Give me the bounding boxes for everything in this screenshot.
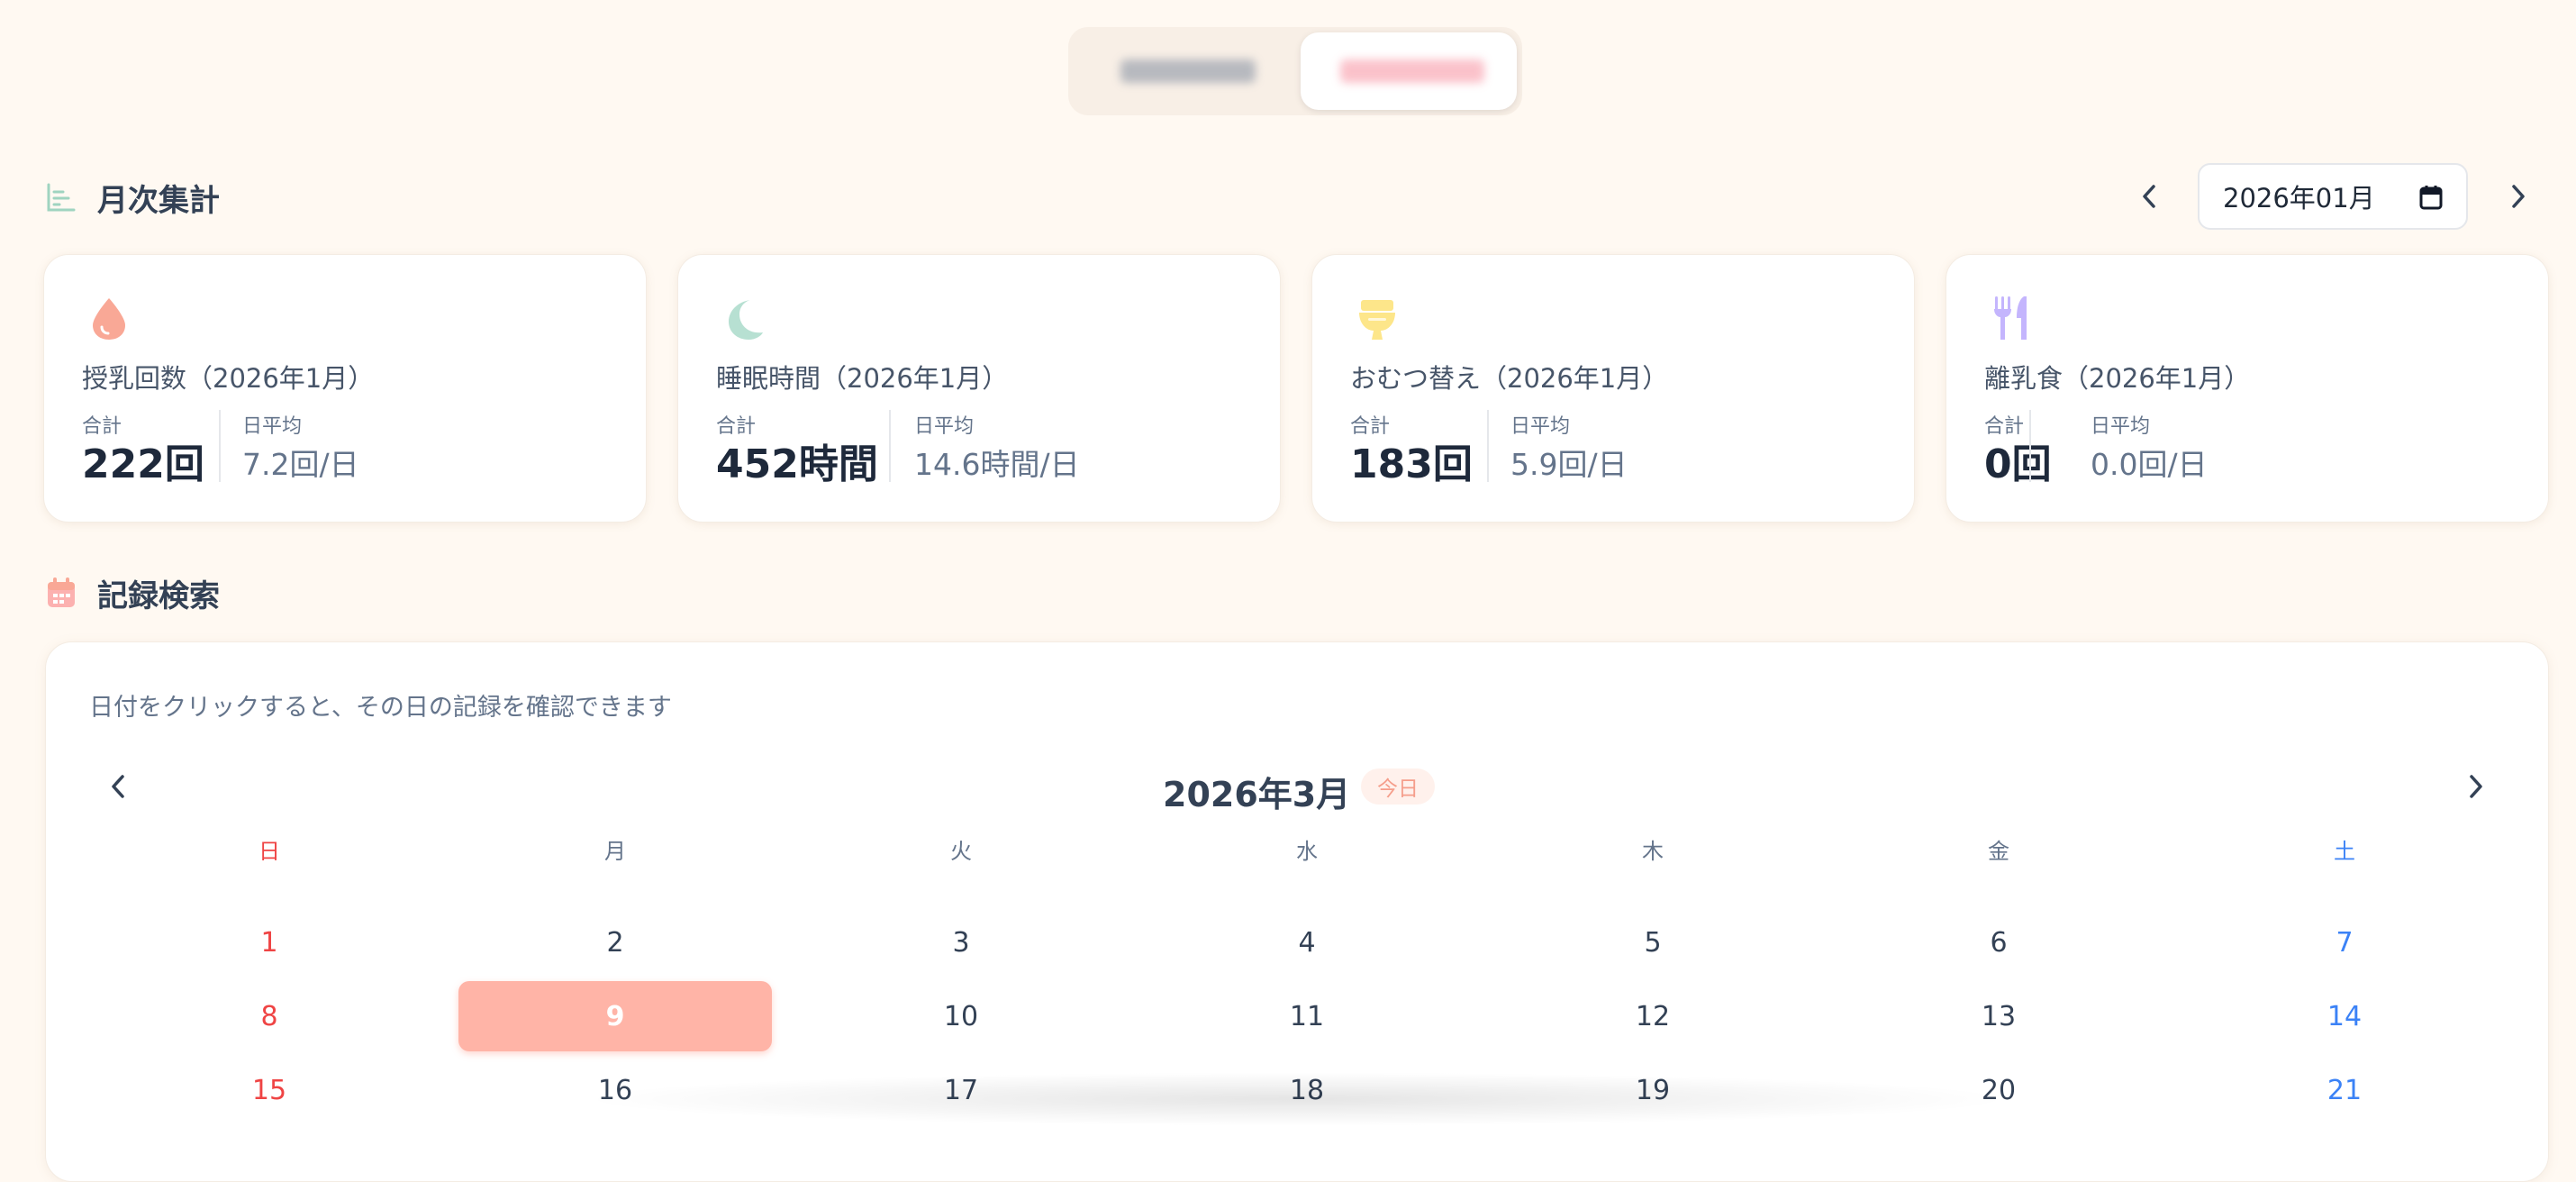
view-switcher <box>1068 27 1522 115</box>
weekday-header: 金 <box>1988 839 2009 864</box>
average-label: 日平均 <box>242 415 303 438</box>
calendar-prev-month-button[interactable] <box>100 768 136 805</box>
calendar-day[interactable]: 15 <box>113 1055 426 1125</box>
next-month-button[interactable] <box>2500 178 2536 214</box>
average-label: 日平均 <box>914 415 975 438</box>
record-search-header: 記録検索 <box>45 575 220 614</box>
calendar-day[interactable]: 11 <box>1150 981 1464 1051</box>
chevron-right-icon <box>2470 775 2482 798</box>
average-value: 0.0回/日 <box>2091 447 2208 482</box>
calendar-day[interactable]: 6 <box>1842 907 2155 977</box>
average-label: 日平均 <box>2091 415 2151 438</box>
weekday-header: 日 <box>259 839 280 864</box>
diaper-summary-card: おむつ替え（2026年1月） 合計 183回 日平均 5.9回/日 <box>1311 254 1915 523</box>
divider <box>1487 410 1489 482</box>
record-search-title: 記録検索 <box>97 577 220 614</box>
calendar-day[interactable]: 1 <box>113 907 426 977</box>
calendar-hint-text: 日付をクリックすると、その日の記録を確認できます <box>89 694 672 722</box>
calendar-header: 2026年3月 今日 <box>46 758 2548 815</box>
total-value: 183回 <box>1350 441 1473 487</box>
calendar-day[interactable]: 21 <box>2188 1055 2501 1125</box>
calendar-day-selected[interactable]: 9 <box>458 981 772 1051</box>
calendar-day[interactable]: 3 <box>804 907 1118 977</box>
moon-icon <box>729 300 763 340</box>
calendar-day[interactable]: 12 <box>1496 981 1810 1051</box>
card-title: おむつ替え（2026年1月） <box>1350 363 1669 394</box>
calendar-day[interactable]: 7 <box>2188 907 2501 977</box>
utensils-icon <box>1994 296 2027 340</box>
month-picker-input[interactable]: 2026年01月 <box>2198 163 2468 230</box>
weekday-header: 木 <box>1642 839 1664 864</box>
calendar-day[interactable]: 2 <box>458 907 772 977</box>
drop-icon <box>93 298 125 340</box>
average-value: 5.9回/日 <box>1510 447 1628 482</box>
baby-food-summary-card: 離乳食（2026年1月） 合計 0回 日平均 0.0回/日 <box>1946 254 2549 523</box>
calendar-day[interactable]: 8 <box>113 981 426 1051</box>
weekday-header: 火 <box>950 839 972 864</box>
calendar-month-label: 2026年3月 <box>1163 775 1351 814</box>
chevron-right-icon <box>2512 185 2525 208</box>
tab-blurred-2-active[interactable] <box>1301 32 1517 110</box>
calendar-day[interactable]: 5 <box>1496 907 1810 977</box>
total-value: 0回 <box>1984 441 2052 487</box>
card-title: 離乳食（2026年1月） <box>1984 363 2251 394</box>
total-value: 222回 <box>82 441 204 487</box>
monthly-summary-header: 月次集計 <box>45 179 220 219</box>
today-button[interactable]: 今日 <box>1361 768 1435 805</box>
average-label: 日平均 <box>1510 415 1571 438</box>
divider <box>2029 410 2031 482</box>
total-value: 452時間 <box>716 441 878 487</box>
weekday-header: 土 <box>2334 839 2355 864</box>
weekday-header: 月 <box>604 839 626 864</box>
bar-chart-icon <box>45 181 77 214</box>
card-title: 授乳回数（2026年1月） <box>82 363 375 394</box>
feeding-summary-card: 授乳回数（2026年1月） 合計 222回 日平均 7.2回/日 <box>43 254 647 523</box>
average-value: 14.6時間/日 <box>914 447 1080 482</box>
month-picker-value: 2026年01月 <box>2223 183 2375 214</box>
average-value: 7.2回/日 <box>242 447 359 482</box>
divider <box>219 410 221 482</box>
card-title: 睡眠時間（2026年1月） <box>716 363 1009 394</box>
calendar-day[interactable]: 14 <box>2188 981 2501 1051</box>
calendar-day[interactable]: 10 <box>804 981 1118 1051</box>
sleep-summary-card: 睡眠時間（2026年1月） 合計 452時間 日平均 14.6時間/日 <box>677 254 1281 523</box>
calendar-day[interactable]: 13 <box>1842 981 2155 1051</box>
calendar-day[interactable]: 4 <box>1150 907 1464 977</box>
monthly-summary-title: 月次集計 <box>97 182 220 219</box>
scroll-shadow <box>576 1072 2018 1126</box>
chevron-left-icon <box>112 775 124 798</box>
chevron-left-icon <box>2143 185 2155 208</box>
calendar-icon <box>45 577 77 609</box>
divider <box>889 410 891 482</box>
prev-month-button[interactable] <box>2131 178 2167 214</box>
tab-blurred-1[interactable] <box>1074 32 1290 110</box>
calendar-next-month-button[interactable] <box>2458 768 2494 805</box>
weekday-header: 水 <box>1296 839 1318 864</box>
calendar-picker-icon[interactable] <box>2419 185 2443 210</box>
toilet-icon <box>1359 300 1395 340</box>
